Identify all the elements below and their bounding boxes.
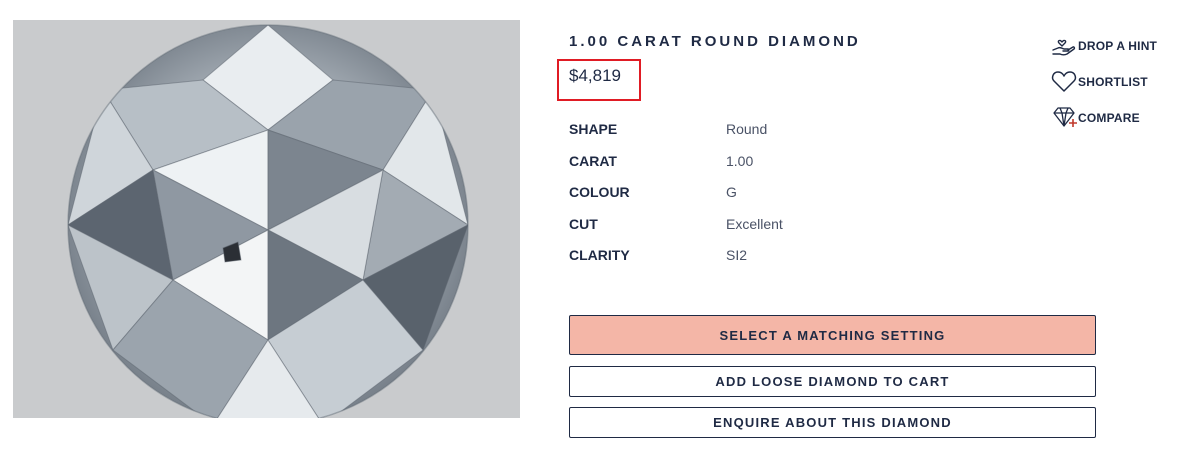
heart-icon: [1050, 69, 1078, 95]
spec-row-clarity: CLARITY SI2: [569, 244, 889, 276]
add-loose-diamond-to-cart-button[interactable]: ADD LOOSE DIAMOND TO CART: [569, 366, 1096, 397]
spec-value: Excellent: [726, 215, 783, 232]
spec-label: SHAPE: [569, 121, 618, 137]
product-actions: DROP A HINT SHORTLIST COMPARE: [1050, 28, 1195, 136]
spec-value: G: [726, 184, 737, 200]
spec-row-colour: COLOUR G: [569, 181, 889, 213]
spec-label: COLOUR: [569, 184, 630, 200]
drop-a-hint-label: DROP A HINT: [1078, 39, 1158, 53]
spec-value: 1.00: [726, 152, 754, 169]
spec-label: CARAT: [569, 152, 617, 169]
drop-a-hint-link[interactable]: DROP A HINT: [1050, 28, 1195, 64]
select-matching-setting-button[interactable]: SELECT A MATCHING SETTING: [569, 315, 1096, 355]
spec-label: CLARITY: [569, 247, 630, 263]
shortlist-link[interactable]: SHORTLIST: [1050, 64, 1195, 100]
product-price: $4,819: [569, 66, 621, 85]
spec-value: SI2: [726, 247, 748, 263]
spec-label: CUT: [569, 215, 598, 232]
diamond-plus-icon: [1050, 105, 1078, 131]
compare-link[interactable]: COMPARE: [1050, 100, 1195, 136]
spec-row-shape: SHAPE Round: [569, 118, 889, 150]
hand-heart-icon: [1050, 33, 1078, 59]
enquire-about-diamond-button[interactable]: ENQUIRE ABOUT THIS DIAMOND: [569, 407, 1096, 438]
spec-row-carat: CARAT 1.00: [569, 150, 889, 182]
spec-value: Round: [726, 121, 768, 137]
product-title: 1.00 CARAT ROUND DIAMOND: [569, 33, 861, 50]
spec-list: SHAPE Round CARAT 1.00 COLOUR G CUT Exce…: [569, 118, 889, 276]
compare-label: COMPARE: [1078, 111, 1140, 125]
spec-row-cut: CUT Excellent: [569, 213, 889, 245]
diamond-image: [13, 20, 520, 418]
shortlist-label: SHORTLIST: [1078, 75, 1148, 89]
